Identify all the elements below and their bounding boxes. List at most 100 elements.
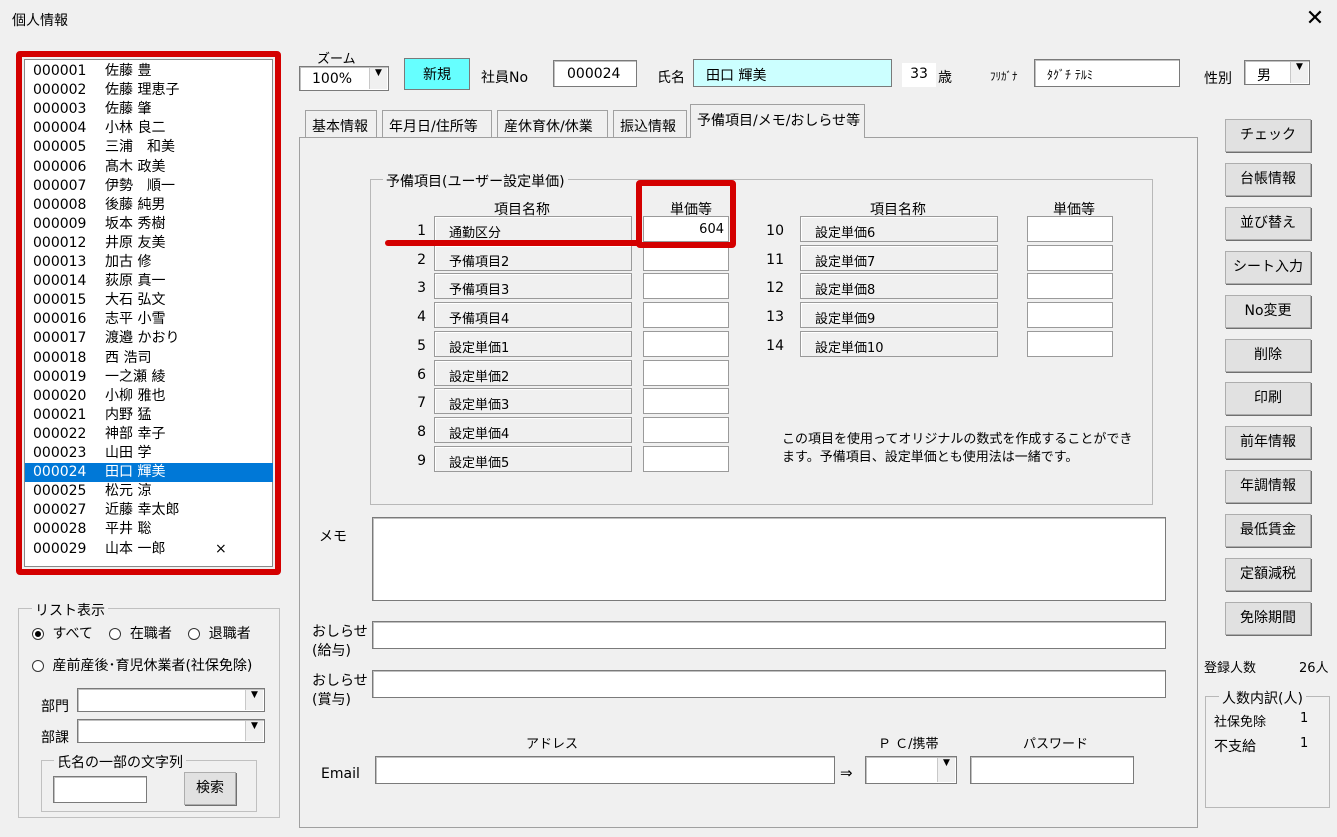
name-field[interactable]: 田口 輝美 — [693, 59, 892, 87]
reserve-item-name[interactable]: 設定単価6 — [800, 216, 998, 242]
section-select[interactable]: ▼ — [77, 719, 265, 743]
side-button-11[interactable]: 免除期間 — [1225, 601, 1311, 635]
list-item[interactable]: 000027 近藤 幸太郎 — [25, 501, 273, 520]
list-item-no: 000021 — [33, 406, 87, 423]
reserve-item-value[interactable] — [1027, 244, 1113, 271]
side-button-9[interactable]: 最低賃金 — [1225, 514, 1311, 548]
email-device-select[interactable]: ▼ — [865, 756, 957, 784]
reserve-item-value[interactable] — [643, 273, 729, 300]
list-item[interactable]: 000013 加古 修 — [25, 253, 273, 272]
list-item[interactable]: 000002 佐藤 理恵子 — [25, 81, 273, 100]
close-icon[interactable]: ✕ — [1300, 4, 1330, 34]
list-item-no: 000005 — [33, 139, 87, 156]
list-item[interactable]: 000017 渡邉 かおり — [25, 329, 273, 348]
reserve-item-name[interactable]: 設定単価2 — [434, 359, 632, 386]
side-button-6[interactable]: 印刷 — [1225, 382, 1311, 416]
reserve-item-name[interactable]: 通勤区分 — [434, 216, 632, 242]
list-item[interactable]: 000009 坂本 秀樹 — [25, 215, 273, 234]
list-item[interactable]: 000005 三浦 和美 — [25, 138, 273, 157]
memo-textarea[interactable] — [372, 517, 1166, 601]
list-item[interactable]: 000004 小林 良二 — [25, 119, 273, 138]
side-button-8[interactable]: 年調情報 — [1225, 470, 1311, 504]
list-item-name: 伊勢 順一 — [105, 177, 175, 194]
side-button-7[interactable]: 前年情報 — [1225, 426, 1311, 460]
notice-pay-field[interactable] — [372, 621, 1166, 649]
reserve-note-line1: この項目を使用ってオリジナルの数式を作成することができ — [782, 432, 1133, 447]
list-item-name: 平井 聡 — [105, 521, 152, 538]
list-item[interactable]: 000006 髙木 政美 — [25, 158, 273, 177]
reserve-item-name[interactable]: 予備項目2 — [434, 244, 632, 271]
list-item[interactable]: 000023 山田 学 — [25, 444, 273, 463]
list-item[interactable]: 000025 松元 涼 — [25, 482, 273, 501]
reserve-item-value[interactable] — [643, 388, 729, 415]
list-item[interactable]: 000014 荻原 真一 — [25, 272, 273, 291]
reserve-item-name[interactable]: 設定単価4 — [434, 416, 632, 443]
search-button[interactable]: 検索 — [184, 772, 236, 805]
notice-bonus-field[interactable] — [372, 670, 1166, 698]
list-item[interactable]: 000015 大石 弘文 — [25, 291, 273, 310]
list-item[interactable]: 000016 志平 小雪 — [25, 310, 273, 329]
name-search-input[interactable] — [53, 776, 147, 803]
dept-select[interactable]: ▼ — [77, 688, 265, 712]
list-item[interactable]: 000020 小柳 雅也 — [25, 387, 273, 406]
new-button[interactable]: 新規 — [404, 58, 470, 90]
zoom-select[interactable]: 100% ▼ — [299, 66, 389, 91]
furigana-field[interactable]: ﾀｸﾞﾁ ﾃﾙﾐ — [1034, 59, 1180, 87]
reserve-item-value[interactable] — [1027, 216, 1113, 242]
list-item-name: 井原 友美 — [105, 234, 166, 251]
reserve-item-name[interactable]: 設定単価3 — [434, 388, 632, 415]
side-button-10[interactable]: 定額減税 — [1225, 558, 1311, 591]
reserve-item-value[interactable] — [643, 416, 729, 443]
tab-leave[interactable]: 産休育休/休業 — [497, 110, 608, 137]
email-address-field[interactable] — [375, 756, 835, 784]
list-item[interactable]: 000022 神部 幸子 — [25, 425, 273, 444]
list-item[interactable]: 000028 平井 聡 — [25, 520, 273, 539]
side-button-2[interactable]: 並び替え — [1225, 206, 1311, 240]
email-password-field[interactable] — [970, 756, 1134, 784]
list-item[interactable]: 000024 田口 輝美 — [25, 463, 273, 483]
list-item[interactable]: 000012 井原 友美 — [25, 234, 273, 253]
radio-leave[interactable] — [32, 660, 44, 672]
reserve-item-name[interactable]: 設定単価5 — [434, 445, 632, 472]
reserve-item-value[interactable] — [643, 445, 729, 472]
reserve-item-name[interactable]: 予備項目3 — [434, 273, 632, 300]
list-item-no: 000023 — [33, 445, 87, 461]
reserve-item-value[interactable] — [643, 302, 729, 329]
reserve-item-value[interactable] — [643, 330, 729, 357]
radio-all[interactable] — [32, 628, 44, 640]
reserve-item-value[interactable] — [1027, 302, 1113, 329]
list-item[interactable]: 000019 一之瀬 綾 — [25, 368, 273, 387]
side-button-0[interactable]: チェック — [1225, 119, 1311, 152]
side-button-5[interactable]: 削除 — [1225, 338, 1311, 372]
reserve-item-name[interactable]: 設定単価7 — [800, 244, 998, 271]
tab-dates-address[interactable]: 年月日/住所等 — [382, 110, 492, 137]
reserve-item-value[interactable] — [1027, 273, 1113, 300]
side-button-1[interactable]: 台帳情報 — [1225, 162, 1311, 196]
reserve-item-value[interactable] — [643, 359, 729, 386]
reserve-item-name[interactable]: 予備項目4 — [434, 302, 632, 329]
list-item[interactable]: 000018 西 浩司 — [25, 349, 273, 368]
reserve-item-value[interactable] — [643, 244, 729, 271]
reserve-item-name[interactable]: 設定単価1 — [434, 330, 632, 357]
radio-retired[interactable] — [188, 628, 201, 640]
list-item[interactable]: 000008 後藤 純男 — [25, 196, 273, 215]
list-item-no: 000013 — [33, 254, 87, 270]
side-button-4[interactable]: No変更 — [1225, 294, 1311, 328]
tab-basic[interactable]: 基本情報 — [305, 110, 377, 137]
list-item[interactable]: 000001 佐藤 豊 — [25, 62, 273, 81]
list-item[interactable]: 000021 内野 猛 — [25, 406, 273, 425]
reserve-item-value[interactable] — [1027, 330, 1113, 357]
side-button-3[interactable]: シート入力 — [1225, 250, 1311, 284]
reserve-item-name[interactable]: 設定単価10 — [800, 330, 998, 357]
list-item[interactable]: 000003 佐藤 肇 — [25, 100, 273, 119]
tab-transfer[interactable]: 振込情報 — [613, 110, 687, 137]
emp-no-field[interactable]: 000024 — [553, 60, 637, 87]
employee-list[interactable]: 000001 佐藤 豊 000002 佐藤 理恵子 000003 佐藤 肇 000004 小林… — [24, 59, 273, 567]
reserve-item-name[interactable]: 設定単価8 — [800, 273, 998, 300]
tab-reserve-memo[interactable]: 予備項目/メモ/おしらせ等 — [690, 104, 865, 138]
list-item[interactable]: 000029 山本 一郎 × — [25, 540, 273, 559]
list-item[interactable]: 000007 伊勢 順一 — [25, 177, 273, 196]
reserve-item-name[interactable]: 設定単価9 — [800, 302, 998, 329]
gender-select[interactable]: 男 ▼ — [1244, 60, 1310, 85]
radio-employed[interactable] — [109, 628, 122, 640]
